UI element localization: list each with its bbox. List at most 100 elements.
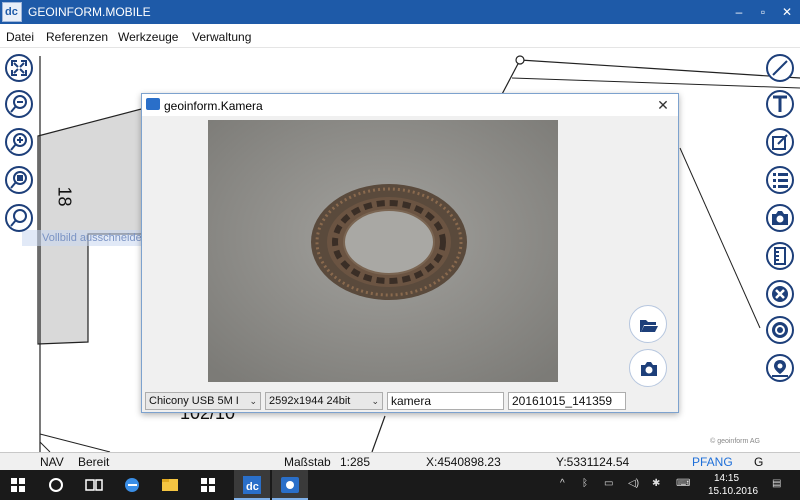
task-view-icon — [85, 479, 103, 491]
delete-button[interactable] — [766, 280, 794, 308]
boundary-line — [511, 77, 800, 89]
camera-app-button[interactable] — [272, 470, 308, 500]
camera-device-value: Chicony USB 5M I — [149, 395, 239, 407]
capture-photo-button[interactable] — [629, 349, 667, 387]
boundary-line — [519, 59, 800, 79]
photo-name-field[interactable]: kamera — [387, 392, 504, 410]
file-explorer-button[interactable] — [152, 470, 188, 500]
line-icon — [772, 60, 788, 76]
boundary-line — [39, 441, 51, 452]
tray-arrow-icon[interactable]: ^ — [560, 478, 565, 489]
zoom-search-icon — [10, 209, 27, 227]
boundary-line — [371, 415, 386, 452]
store-button[interactable] — [190, 470, 226, 500]
menu-werkzeuge[interactable]: Werkzeuge — [118, 30, 178, 44]
app-logo-icon: dc — [2, 2, 22, 22]
resolution-value: 2592x1944 24bit — [269, 395, 351, 407]
target-icon — [772, 322, 788, 338]
windows-start-icon — [11, 478, 25, 492]
measure-button[interactable] — [766, 242, 794, 270]
text-icon — [773, 95, 787, 112]
delete-icon — [772, 286, 788, 302]
edge-button[interactable] — [114, 470, 150, 500]
zoom-out-button[interactable] — [5, 90, 33, 118]
photo-timestamp-field[interactable]: 20161015_141359 — [508, 392, 626, 410]
text-button[interactable] — [766, 90, 794, 118]
camera-dialog: geoinform.Kamera ✕ Chicony USB 5M I ⌄ 25… — [141, 93, 679, 413]
zoom-window-button[interactable] — [5, 166, 33, 194]
camera-app-icon — [281, 477, 299, 493]
file-explorer-icon — [162, 479, 178, 491]
dialog-title: geoinform.Kamera — [164, 99, 263, 113]
scale-value[interactable]: 1:285 — [340, 455, 370, 469]
x-coordinate: X:4540898.23 — [426, 455, 501, 469]
close-button[interactable]: ✕ — [774, 2, 800, 22]
location-icon — [772, 360, 788, 377]
list-button[interactable] — [766, 166, 794, 194]
app-logo-text: dc — [5, 6, 18, 18]
zoom-extent-button[interactable] — [5, 54, 33, 82]
notifications-icon[interactable]: ▤ — [772, 478, 781, 489]
boundary-point-marker[interactable] — [515, 55, 525, 65]
manhole-cover-image — [208, 120, 558, 382]
keyboard-icon[interactable]: ⌨ — [676, 478, 690, 489]
edit-icon — [772, 134, 788, 150]
zoom-in-button[interactable] — [5, 128, 33, 156]
battery-icon[interactable]: ▭ — [604, 478, 613, 489]
draw-line-button[interactable] — [766, 54, 794, 82]
zoom-window-icon — [10, 171, 27, 189]
clock-time[interactable]: 14:15 — [714, 473, 739, 484]
camera-preview — [208, 120, 558, 382]
parcel-number-label: 18 — [54, 186, 75, 207]
zoom-search-button[interactable] — [5, 204, 33, 232]
edge-icon — [125, 478, 139, 492]
volume-icon[interactable]: ◁) — [628, 478, 639, 489]
status-mode: NAV — [40, 455, 64, 469]
list-icon — [773, 173, 788, 188]
zoom-extent-icon — [11, 60, 27, 76]
boundary-line — [679, 147, 761, 329]
resolution-select[interactable]: 2592x1944 24bit ⌄ — [265, 392, 383, 410]
dialog-camera-icon — [146, 98, 160, 110]
target-button[interactable] — [766, 316, 794, 344]
window-titlebar[interactable]: dc GEOINFORM.MOBILE – ▫ ✕ — [0, 0, 800, 24]
clock-date[interactable]: 15.10.2016 — [708, 486, 758, 497]
minimize-button[interactable]: – — [726, 2, 752, 22]
snap-mode[interactable]: PFANG — [692, 455, 733, 469]
geoinform-app-button[interactable]: dc — [234, 470, 270, 500]
camera-device-select[interactable]: Chicony USB 5M I ⌄ — [145, 392, 261, 410]
windows-taskbar: dc ^ ᛒ ▭ ◁) ✱ ⌨ 14:15 15.10.2016 ▤ — [0, 470, 800, 500]
edit-button[interactable] — [766, 128, 794, 156]
chevron-down-icon: ⌄ — [371, 396, 379, 406]
menu-referenzen[interactable]: Referenzen — [46, 30, 108, 44]
menu-bar: Datei Referenzen Werkzeuge Verwaltung — [0, 24, 800, 48]
status-extra: G — [754, 455, 764, 469]
bluetooth-icon[interactable]: ᛒ — [582, 478, 588, 489]
network-icon[interactable]: ✱ — [652, 478, 660, 489]
parcel-polygon — [37, 107, 146, 345]
store-icon — [201, 478, 215, 492]
status-state: Bereit — [78, 455, 110, 469]
camera-icon — [772, 211, 788, 225]
maximize-button[interactable]: ▫ — [750, 2, 776, 22]
task-view-button[interactable] — [76, 470, 112, 500]
zoom-out-icon — [10, 95, 27, 113]
copyright-text: © geoinform AG — [710, 438, 760, 445]
svg-text:dc: dc — [246, 481, 259, 493]
chevron-down-icon: ⌄ — [249, 396, 257, 406]
cortana-icon — [49, 478, 63, 492]
folder-open-icon — [640, 320, 658, 332]
camera-icon — [641, 362, 657, 376]
dialog-titlebar[interactable]: geoinform.Kamera ✕ — [142, 94, 678, 116]
status-bar: NAV Bereit Maßstab 1:285 X:4540898.23 Y:… — [0, 452, 800, 470]
menu-datei[interactable]: Datei — [6, 30, 34, 44]
location-button[interactable] — [766, 354, 794, 382]
dialog-close-button[interactable]: ✕ — [654, 96, 672, 114]
open-folder-button[interactable] — [629, 305, 667, 343]
windows-start-button[interactable] — [0, 470, 36, 500]
y-coordinate: Y:5331124.54 — [556, 455, 630, 469]
cortana-button[interactable] — [38, 470, 74, 500]
menu-verwaltung[interactable]: Verwaltung — [192, 30, 251, 44]
camera-button[interactable] — [766, 204, 794, 232]
scale-label: Maßstab — [284, 455, 331, 469]
